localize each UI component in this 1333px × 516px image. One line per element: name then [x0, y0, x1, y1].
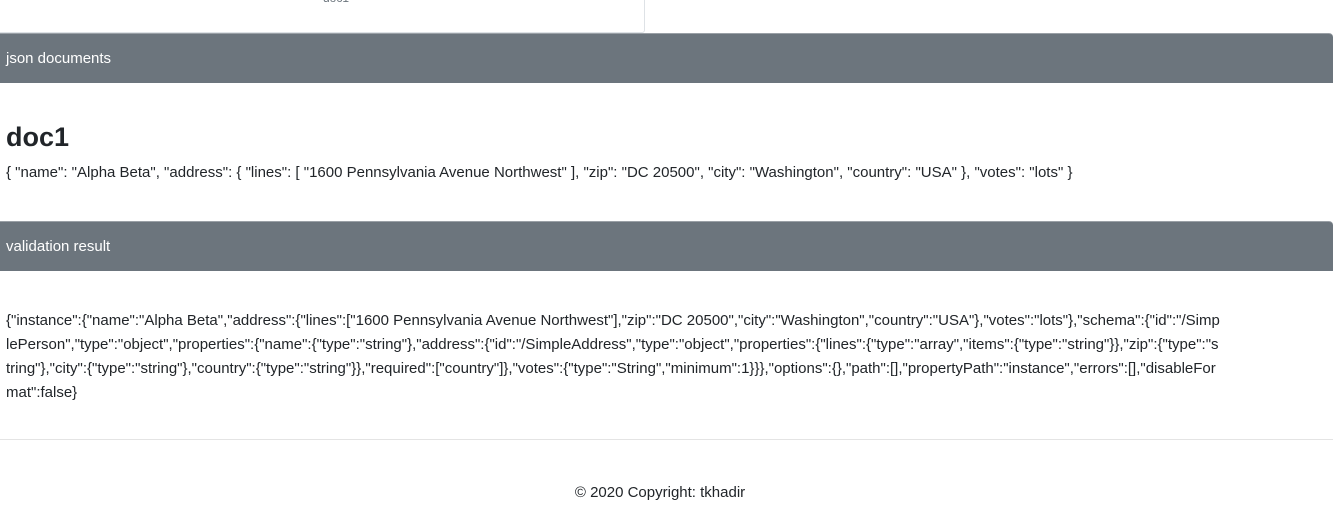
- page: doc1 json documents doc1 { "name": "Alph…: [0, 0, 1333, 516]
- json-documents-header: json documents: [0, 33, 1333, 83]
- doc-json-content: { "name": "Alpha Beta", "address": { "li…: [6, 164, 1073, 181]
- validation-result-header: validation result: [0, 221, 1333, 271]
- validation-result-content: {"instance":{"name":"Alpha Beta","addres…: [6, 312, 1220, 401]
- previous-card-bottom: doc1: [0, 0, 645, 33]
- previous-card-label: doc1: [323, 0, 349, 5]
- footer-copyright: © 2020 Copyright: tkhadir: [574, 484, 746, 501]
- doc-title: doc1: [6, 122, 70, 152]
- footer-divider: [0, 439, 1333, 440]
